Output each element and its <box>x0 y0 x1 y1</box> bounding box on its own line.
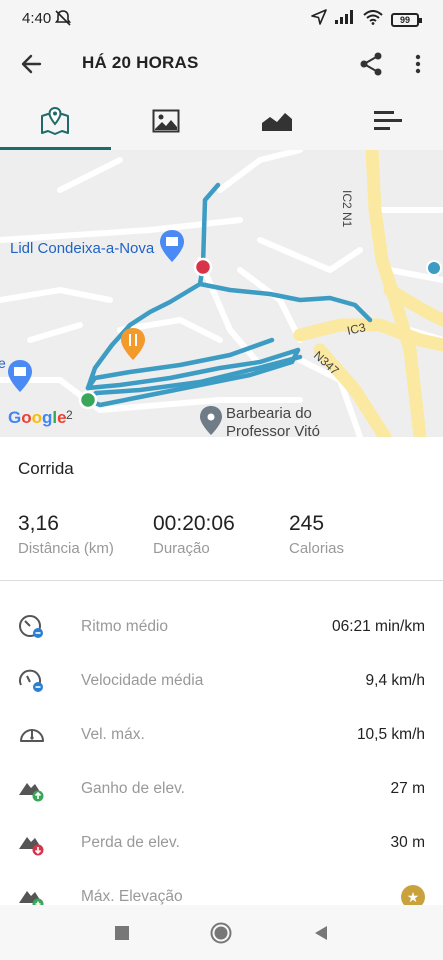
elevation-gain-icon <box>18 775 46 803</box>
app-bar: HÁ 20 HORAS <box>0 34 443 92</box>
map-label-ic3: IC3 <box>345 320 367 338</box>
page-title: HÁ 20 HORAS <box>82 53 199 72</box>
metric-value: 27 m <box>390 780 425 797</box>
status-icons: 99 <box>311 9 422 30</box>
list-bars-icon <box>373 111 402 130</box>
share-button[interactable] <box>357 50 385 78</box>
metric-row-max-speed: Vel. máx. 10,5 km/h <box>0 708 443 762</box>
circle-icon <box>210 922 232 944</box>
metric-value: 06:21 min/km <box>331 618 425 635</box>
triangle-back-icon <box>315 926 327 940</box>
back-button[interactable] <box>18 50 46 78</box>
map-icon <box>41 106 70 135</box>
elevation-loss-icon <box>18 829 46 857</box>
divider <box>0 580 443 581</box>
tab-photos[interactable] <box>111 92 222 150</box>
shopping-pin-left-icon <box>8 360 32 392</box>
system-nav-bar <box>0 905 443 960</box>
stat-label: Calorias <box>289 540 345 557</box>
map-edge-pin <box>426 260 442 276</box>
tab-bar <box>0 92 443 150</box>
status-bar: 4:40 99 <box>0 0 443 34</box>
metrics-list[interactable]: Ritmo médio 06:21 min/km Velocidade médi… <box>0 600 443 905</box>
metric-row-max-elevation: Máx. Elevação ★ <box>0 870 443 905</box>
map-label-edge-e: e <box>0 355 6 371</box>
recent-apps-button[interactable] <box>110 921 134 945</box>
stat-calories: 245 Calorias <box>289 512 344 557</box>
wifi-icon <box>363 9 383 30</box>
metric-label: Vel. máx. <box>81 726 145 743</box>
metric-row-elevation-gain: Ganho de elev. 27 m <box>0 762 443 816</box>
stat-label: Distância (km) <box>18 540 114 557</box>
stat-duration: 00:20:06 Duração <box>153 512 235 557</box>
image-icon <box>152 109 180 133</box>
pace-gauge-icon <box>18 613 46 641</box>
tab-elevation-chart[interactable] <box>222 92 333 150</box>
route-map[interactable]: Lidl Condeixa-a-Nova Barbearia do Profes… <box>0 150 443 437</box>
activity-type: Corrida <box>18 459 74 478</box>
premium-star-icon[interactable]: ★ <box>401 885 425 905</box>
arrow-left-icon <box>21 54 42 74</box>
map-label-barbearia[interactable]: Barbearia do Professor Vitó <box>226 405 320 437</box>
do-not-disturb-icon <box>54 9 72 32</box>
status-time: 4:40 <box>22 10 52 27</box>
metric-value: 30 m <box>390 834 425 851</box>
metric-label: Ganho de elev. <box>81 780 185 797</box>
stat-distance: 3,16 Distância (km) <box>18 512 114 557</box>
metric-label: Velocidade média <box>81 672 204 689</box>
google-logo: Google <box>8 408 67 427</box>
place-pin-icon <box>200 406 222 435</box>
speedometer-icon <box>18 721 46 749</box>
map-label-edge-2: 2 <box>66 408 73 422</box>
restaurant-pin-icon <box>121 328 145 360</box>
signal-icon <box>335 10 355 29</box>
metric-label: Perda de elev. <box>81 834 180 851</box>
speed-gauge-icon <box>18 667 46 695</box>
map-label-lidl[interactable]: Lidl Condeixa-a-Nova <box>10 240 154 257</box>
metric-row-elevation-loss: Perda de elev. 30 m <box>0 816 443 870</box>
stat-value: 245 <box>289 512 325 535</box>
battery-icon: 99 <box>391 12 422 27</box>
shopping-pin-icon <box>160 230 184 262</box>
metric-value: 9,4 km/h <box>365 672 425 689</box>
stat-value: 00:20:06 <box>153 512 235 535</box>
more-options-button[interactable] <box>406 50 430 78</box>
max-elevation-icon <box>18 883 46 905</box>
back-nav-button[interactable] <box>309 921 333 945</box>
metric-row-avg-speed: Velocidade média 9,4 km/h <box>0 654 443 708</box>
stat-value: 3,16 <box>18 512 59 535</box>
tab-stats-list[interactable] <box>332 92 443 150</box>
end-marker <box>193 257 213 277</box>
more-vert-icon <box>415 54 421 74</box>
square-icon <box>115 926 129 940</box>
metric-label: Máx. Elevação <box>81 888 183 905</box>
stat-label: Duração <box>153 540 210 557</box>
metric-label: Ritmo médio <box>81 618 168 635</box>
location-arrow-icon <box>311 9 327 30</box>
metric-row-avg-pace: Ritmo médio 06:21 min/km <box>0 600 443 654</box>
map-label-ic2: IC2 N1 <box>340 190 354 228</box>
start-marker <box>78 390 98 410</box>
map-canvas <box>0 150 443 437</box>
elevation-chart-icon <box>261 109 293 131</box>
share-icon <box>360 52 382 76</box>
tab-map[interactable] <box>0 92 111 150</box>
metric-value: 10,5 km/h <box>356 726 425 743</box>
home-button[interactable] <box>209 921 233 945</box>
summary-stats: 3,16 Distância (km) 00:20:06 Duração 245… <box>18 512 438 564</box>
